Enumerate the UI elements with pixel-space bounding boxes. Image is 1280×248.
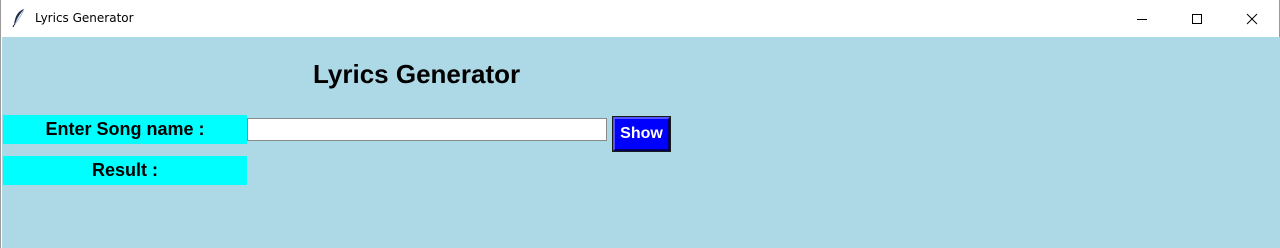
title-bar[interactable]: Lyrics Generator — [1, 0, 1279, 37]
song-name-label: Enter Song name : — [3, 115, 247, 144]
page-title: Lyrics Generator — [313, 59, 521, 89]
minimize-button[interactable] — [1119, 0, 1165, 37]
close-button[interactable] — [1229, 0, 1275, 37]
client-area: Lyrics Generator Enter Song name : Show … — [2, 37, 1280, 248]
feather-icon — [12, 8, 25, 28]
result-label: Result : — [3, 156, 247, 185]
maximize-button[interactable] — [1174, 0, 1220, 37]
app-window: Lyrics Generator Lyrics Generator Enter … — [0, 0, 1280, 248]
window-title: Lyrics Generator — [35, 11, 134, 25]
maximize-icon — [1192, 13, 1202, 24]
minimize-icon — [1137, 18, 1147, 20]
song-name-input[interactable] — [247, 118, 607, 141]
show-button[interactable]: Show — [612, 116, 671, 152]
close-icon — [1246, 13, 1258, 24]
